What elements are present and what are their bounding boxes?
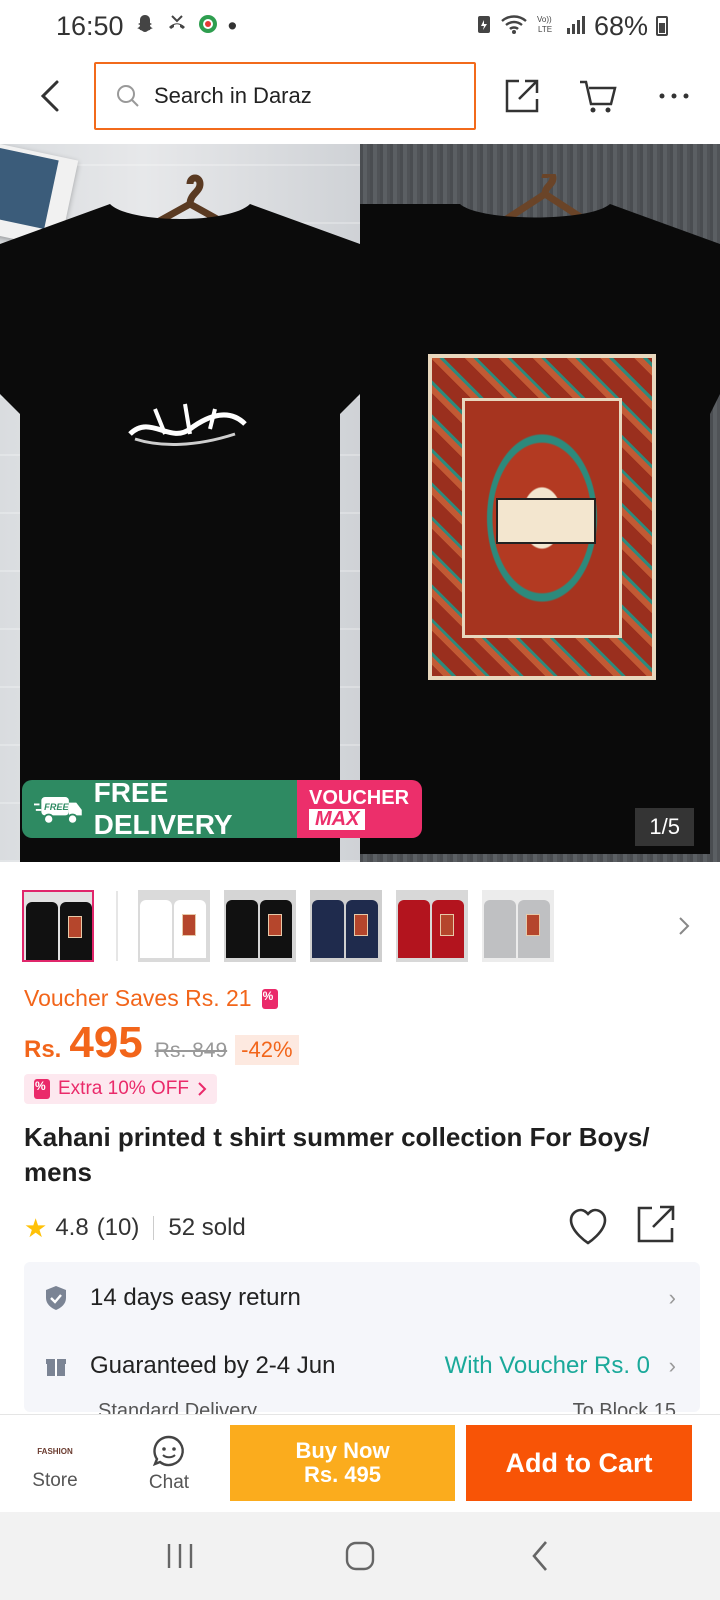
price-value: 495 <box>69 1018 143 1067</box>
store-logo: FASHION <box>37 1446 73 1456</box>
system-navigation-bar <box>0 1512 720 1600</box>
more-options-button[interactable] <box>652 74 696 118</box>
chat-button[interactable]: Chat <box>124 1415 214 1513</box>
app-icon <box>198 14 218 38</box>
product-image-back <box>360 144 720 862</box>
voucher-tag-icon <box>261 988 278 1009</box>
free-delivery-text: FREE DELIVERY <box>93 780 233 838</box>
back-icon <box>532 1541 547 1571</box>
service-info-card: 14 days easy return › Guaranteed by 2-4 … <box>24 1262 700 1422</box>
top-navigation <box>0 58 720 136</box>
buy-now-price: Rs. 495 <box>303 1462 382 1487</box>
shield-check-icon <box>42 1284 70 1312</box>
search-input[interactable] <box>154 83 444 109</box>
thumbnail-white[interactable] <box>138 890 210 962</box>
image-counter: 1/5 <box>635 808 694 846</box>
rating-row: ★ 4.8 (10) 52 sold <box>24 1205 700 1248</box>
status-time: 16:50 <box>56 10 124 41</box>
delivery-fee-text: With Voucher Rs. 0 <box>444 1352 650 1379</box>
status-bar: 16:50 • Vo)) LTE 68% <box>0 0 720 52</box>
discount-badge: -42% <box>235 1035 299 1065</box>
buy-now-button[interactable]: Buy Now Rs. 495 <box>230 1425 455 1501</box>
chevron-right-icon <box>198 1082 207 1096</box>
share-button[interactable] <box>500 74 544 118</box>
cart-icon <box>580 80 617 113</box>
chevron-right-icon <box>679 917 690 935</box>
recent-apps-icon <box>167 1544 193 1568</box>
delivery-row[interactable]: Guaranteed by 2-4 Jun With Voucher Rs. 0… <box>24 1336 700 1396</box>
more-icon <box>659 93 689 99</box>
truck-icon: FREE <box>34 797 82 825</box>
product-image-gallery[interactable]: FREE FREE DELIVERY VOUCHER MAX 1/5 <box>0 144 720 862</box>
back-arrow-icon <box>40 80 59 112</box>
buy-now-label: Buy Now <box>295 1437 390 1463</box>
heart-icon <box>569 1208 607 1245</box>
svg-text:LTE: LTE <box>538 25 552 34</box>
voucher-tag-icon <box>34 1079 50 1099</box>
voucher-saves[interactable]: Voucher Saves Rs. 21 <box>24 985 278 1012</box>
rating-value[interactable]: 4.8 <box>55 1214 88 1242</box>
wishlist-button[interactable] <box>568 1208 608 1248</box>
thumbnail-divider <box>116 891 118 961</box>
snapchat-icon <box>134 13 156 39</box>
price-row: Rs. 495 Rs. 849 -42% <box>24 1018 299 1074</box>
voucher-saves-text: Voucher Saves Rs. 21 <box>24 985 252 1011</box>
thumbnail-black-active[interactable] <box>22 890 94 962</box>
extra-off-button[interactable]: Extra 10% OFF <box>24 1074 217 1104</box>
thumbnail-navy[interactable] <box>310 890 382 962</box>
product-image-front <box>0 144 360 862</box>
add-to-cart-button[interactable]: Add to Cart <box>466 1425 692 1501</box>
review-count[interactable]: (10) <box>97 1214 140 1242</box>
volte-icon: Vo)) LTE <box>536 13 558 39</box>
svg-text:Vo)): Vo)) <box>537 15 552 24</box>
thumbnail-strip <box>22 890 698 962</box>
chevron-right-icon: › <box>668 1353 676 1378</box>
product-title: Kahani printed t shirt summer collection… <box>24 1122 650 1187</box>
price-currency: Rs. <box>24 1036 62 1063</box>
thumbnail-red[interactable] <box>396 890 468 962</box>
chat-icon <box>152 1435 184 1467</box>
battery-icon <box>656 16 668 36</box>
store-label: Store <box>32 1470 78 1491</box>
back-button[interactable] <box>30 76 70 116</box>
system-back-button[interactable] <box>510 1526 570 1586</box>
share-icon <box>505 79 539 113</box>
thumbnail-black[interactable] <box>224 890 296 962</box>
returns-text: 14 days easy return <box>90 1284 301 1311</box>
star-icon: ★ <box>24 1212 48 1243</box>
cart-button[interactable] <box>576 74 620 118</box>
add-to-cart-label: Add to Cart <box>505 1447 653 1478</box>
thumbnail-grey[interactable] <box>482 890 554 962</box>
free-delivery-voucher-banner: FREE FREE DELIVERY VOUCHER MAX <box>22 780 422 838</box>
rating-divider <box>153 1216 155 1240</box>
wifi-icon <box>500 13 528 39</box>
battery-percent: 68% <box>593 10 648 41</box>
voucher-max-text: MAX <box>309 809 366 830</box>
battery-saver-icon <box>476 13 492 39</box>
recent-apps-button[interactable] <box>150 1526 210 1586</box>
search-icon <box>117 85 139 107</box>
chat-label: Chat <box>148 1472 190 1493</box>
extra-off-text: Extra 10% OFF <box>58 1078 189 1099</box>
delivery-text: Guaranteed by 2-4 Jun <box>90 1352 336 1379</box>
sold-count: 52 sold <box>168 1214 246 1241</box>
missed-call-icon <box>166 13 188 39</box>
gift-box-icon <box>42 1352 70 1380</box>
home-icon <box>345 1541 375 1571</box>
share-product-button[interactable] <box>636 1204 680 1248</box>
bottom-action-bar: FASHION Store Chat Buy Now Rs. 495 Add t… <box>0 1414 720 1512</box>
chevron-right-icon: › <box>668 1285 676 1310</box>
share-icon <box>637 1205 675 1243</box>
voucher-text: VOUCHER <box>309 787 410 809</box>
thumbnails-next-button[interactable] <box>670 912 698 940</box>
status-dot: • <box>227 10 238 41</box>
svg-text:FREE: FREE <box>44 802 69 812</box>
signal-icon <box>566 14 586 38</box>
store-button[interactable]: FASHION Store <box>10 1415 100 1513</box>
returns-row[interactable]: 14 days easy return › <box>24 1268 700 1328</box>
home-button[interactable] <box>330 1526 390 1586</box>
search-bar[interactable] <box>94 62 476 130</box>
original-price: Rs. 849 <box>154 1039 228 1062</box>
